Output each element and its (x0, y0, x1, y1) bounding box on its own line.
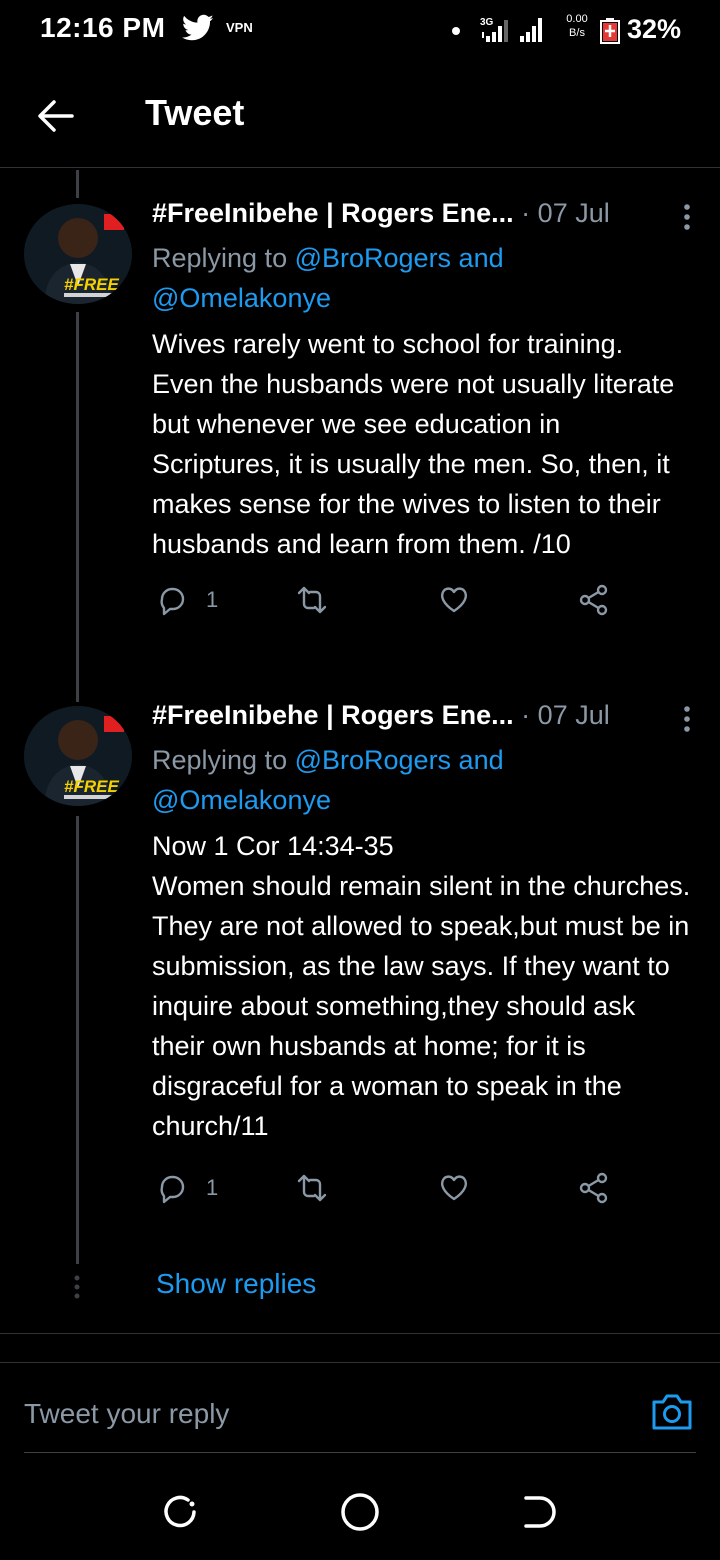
thread-line-2 (76, 816, 79, 1264)
reply-composer (0, 1364, 720, 1454)
divider (0, 1333, 720, 1334)
share-icon (579, 584, 608, 616)
recent-apps-icon[interactable] (158, 1490, 202, 1534)
tweet-text-body: Women should remain silent in the church… (152, 871, 691, 1141)
thread-more-dots-icon (74, 1275, 80, 1299)
retweet-icon (297, 1174, 327, 1202)
heart-icon (440, 587, 468, 613)
retweet-button[interactable] (296, 1172, 328, 1204)
replying-to: Replying to @BroRogers and @Omelakonye (152, 243, 504, 313)
mention-link[interactable]: @Omelakonye (152, 785, 331, 815)
tweet-header: #FreeInibehe | Rogers Ene... · 07 Jul (152, 198, 692, 238)
tweet-text: Now 1 Cor 14:34-35 Women should remain s… (152, 826, 692, 1146)
share-button[interactable] (578, 1172, 610, 1204)
reply-icon (160, 1175, 185, 1204)
vpn-indicator: VPN (226, 20, 253, 35)
tweet-text-line: Now 1 Cor 14:34-35 (152, 831, 394, 861)
svg-text:#FREE: #FREE (64, 275, 119, 294)
avatar[interactable]: #FREE (24, 204, 132, 304)
retweet-button[interactable] (296, 584, 328, 616)
share-icon (579, 1172, 608, 1204)
reply-underline (24, 1452, 696, 1453)
tweet-header: #FreeInibehe | Rogers Ene... · 07 Jul (152, 700, 692, 740)
share-button[interactable] (578, 584, 610, 616)
tweet-actions: 1 (152, 584, 692, 634)
heart-icon (440, 1175, 468, 1201)
replying-to: Replying to @BroRogers and @Omelakonye (152, 745, 504, 815)
thread-line-1 (76, 312, 79, 702)
page-title: Tweet (145, 92, 245, 133)
reply-icon (160, 587, 185, 616)
like-button[interactable] (438, 584, 470, 616)
like-button[interactable] (438, 1172, 470, 1204)
camera-icon[interactable] (650, 1392, 694, 1432)
mention-link[interactable]: @Omelakonye (152, 283, 331, 313)
author-name[interactable]: #FreeInibehe | Rogers Ene... (152, 700, 514, 730)
mention-link[interactable]: @BroRogers and (295, 243, 504, 273)
avatar[interactable]: #FREE (24, 706, 132, 806)
status-bar: 12:16 PM VPN 3G 0.00 B/s 32% (0, 0, 720, 62)
tweet-body: #FreeInibehe | Rogers Ene... · 07 Jul Re… (152, 198, 692, 634)
network-speed: 0.00 B/s (566, 13, 588, 39)
battery-icon (600, 18, 620, 44)
tweet-date: 07 Jul (537, 700, 610, 730)
twitter-bird-icon (182, 14, 214, 41)
tweet-date: 07 Jul (537, 198, 610, 228)
header: Tweet (0, 68, 720, 168)
back-arrow-icon[interactable] (30, 90, 82, 142)
reply-button[interactable]: 1 (156, 1172, 218, 1204)
tweet-text: Wives rarely went to school for training… (152, 329, 675, 559)
svg-text:#FREE: #FREE (64, 777, 119, 796)
more-options-icon[interactable] (680, 202, 694, 232)
signal-icon: 3G (480, 17, 542, 42)
notification-dot (452, 27, 460, 35)
author-name[interactable]: #FreeInibehe | Rogers Ene... (152, 198, 514, 228)
retweet-icon (297, 586, 327, 614)
reply-count: 1 (206, 1175, 219, 1200)
show-replies-link[interactable]: Show replies (156, 1268, 316, 1300)
mention-link[interactable]: @BroRogers and (295, 745, 504, 775)
reply-button[interactable]: 1 (156, 584, 218, 616)
reply-count: 1 (206, 587, 219, 612)
home-icon[interactable] (338, 1490, 382, 1534)
system-navbar (0, 1470, 720, 1560)
divider (0, 1362, 720, 1363)
more-options-icon[interactable] (680, 704, 694, 734)
thread-line-top (76, 170, 79, 198)
battery-percentage: 32% (627, 14, 682, 44)
back-nav-icon[interactable] (518, 1490, 562, 1534)
network-type-label: 3G (480, 17, 494, 28)
reply-input[interactable] (24, 1394, 624, 1434)
tweet-actions: 1 (152, 1172, 692, 1222)
status-time: 12:16 PM (40, 12, 166, 43)
tweet-body: #FreeInibehe | Rogers Ene... · 07 Jul Re… (152, 700, 692, 1222)
